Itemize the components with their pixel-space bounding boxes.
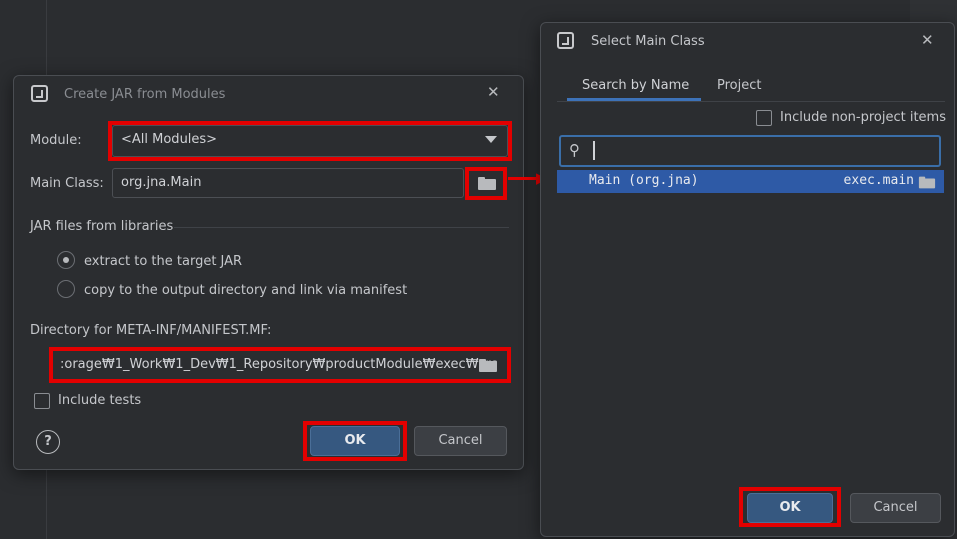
ok-button[interactable]: OK: [747, 493, 833, 523]
class-search-input[interactable]: ⚲: [559, 135, 941, 167]
manifest-dir-label: Directory for META-INF/MANIFEST.MF:: [30, 323, 272, 338]
create-jar-title: Create JAR from Modules: [64, 87, 226, 102]
select-main-class-dialog: Select Main Class ✕ Search by Name Proje…: [540, 22, 955, 537]
manifest-dir-value: :orage₩1_Work₩1_Dev₩1_Repository₩product…: [60, 357, 498, 372]
tab-search-by-name[interactable]: Search by Name: [582, 78, 689, 93]
include-non-project-label: Include non-project items: [780, 110, 946, 125]
close-icon[interactable]: ✕: [487, 83, 500, 101]
include-tests-label: Include tests: [58, 393, 142, 408]
folder-icon[interactable]: [479, 359, 497, 372]
close-icon[interactable]: ✕: [921, 31, 934, 49]
module-select[interactable]: <All Modules>: [112, 125, 508, 157]
chevron-down-icon: [485, 136, 497, 143]
search-icon: ⚲: [569, 141, 580, 159]
libraries-section-label: JAR files from libraries: [30, 219, 174, 234]
browse-main-class-button[interactable]: [466, 168, 506, 198]
include-tests-checkbox[interactable]: [34, 393, 50, 409]
main-class-label: Main Class:: [30, 176, 104, 191]
module-folder-icon: [918, 176, 936, 189]
module-select-value: <All Modules>: [121, 132, 218, 147]
ok-button[interactable]: OK: [310, 426, 400, 456]
select-main-class-title: Select Main Class: [591, 34, 705, 49]
folder-icon: [478, 177, 496, 190]
section-divider: [174, 227, 509, 228]
text-caret: [593, 141, 595, 160]
main-class-value: org.jna.Main: [121, 175, 202, 190]
create-jar-titlebar: Create JAR from Modules ✕: [14, 76, 523, 114]
list-item[interactable]: Main (org.jna) exec.main: [557, 170, 944, 193]
tabs-divider: [557, 101, 945, 102]
intellij-app-icon: [31, 85, 48, 102]
include-non-project-checkbox[interactable]: [756, 110, 772, 126]
cancel-button[interactable]: Cancel: [850, 493, 941, 523]
radio-extract-to-jar[interactable]: [57, 251, 75, 269]
cancel-button[interactable]: Cancel: [414, 426, 507, 456]
radio-copy-label: copy to the output directory and link vi…: [84, 283, 408, 298]
create-jar-dialog: Create JAR from Modules ✕ Module: <All M…: [13, 75, 524, 470]
radio-copy-to-output[interactable]: [57, 280, 75, 298]
result-module-name: exec.main: [843, 173, 914, 188]
manifest-dir-field[interactable]: :orage₩1_Work₩1_Dev₩1_Repository₩product…: [53, 351, 507, 379]
annotation-arrow-shaft: [508, 177, 538, 180]
radio-extract-label: extract to the target JAR: [84, 254, 243, 269]
main-class-field[interactable]: org.jna.Main: [112, 168, 464, 198]
intellij-app-icon: [557, 32, 574, 49]
result-class-name: Main (org.jna): [589, 173, 699, 188]
select-main-class-titlebar: Select Main Class ✕: [541, 23, 954, 61]
tab-project[interactable]: Project: [717, 78, 761, 93]
help-icon[interactable]: ?: [36, 430, 60, 454]
module-label: Module:: [30, 133, 82, 148]
